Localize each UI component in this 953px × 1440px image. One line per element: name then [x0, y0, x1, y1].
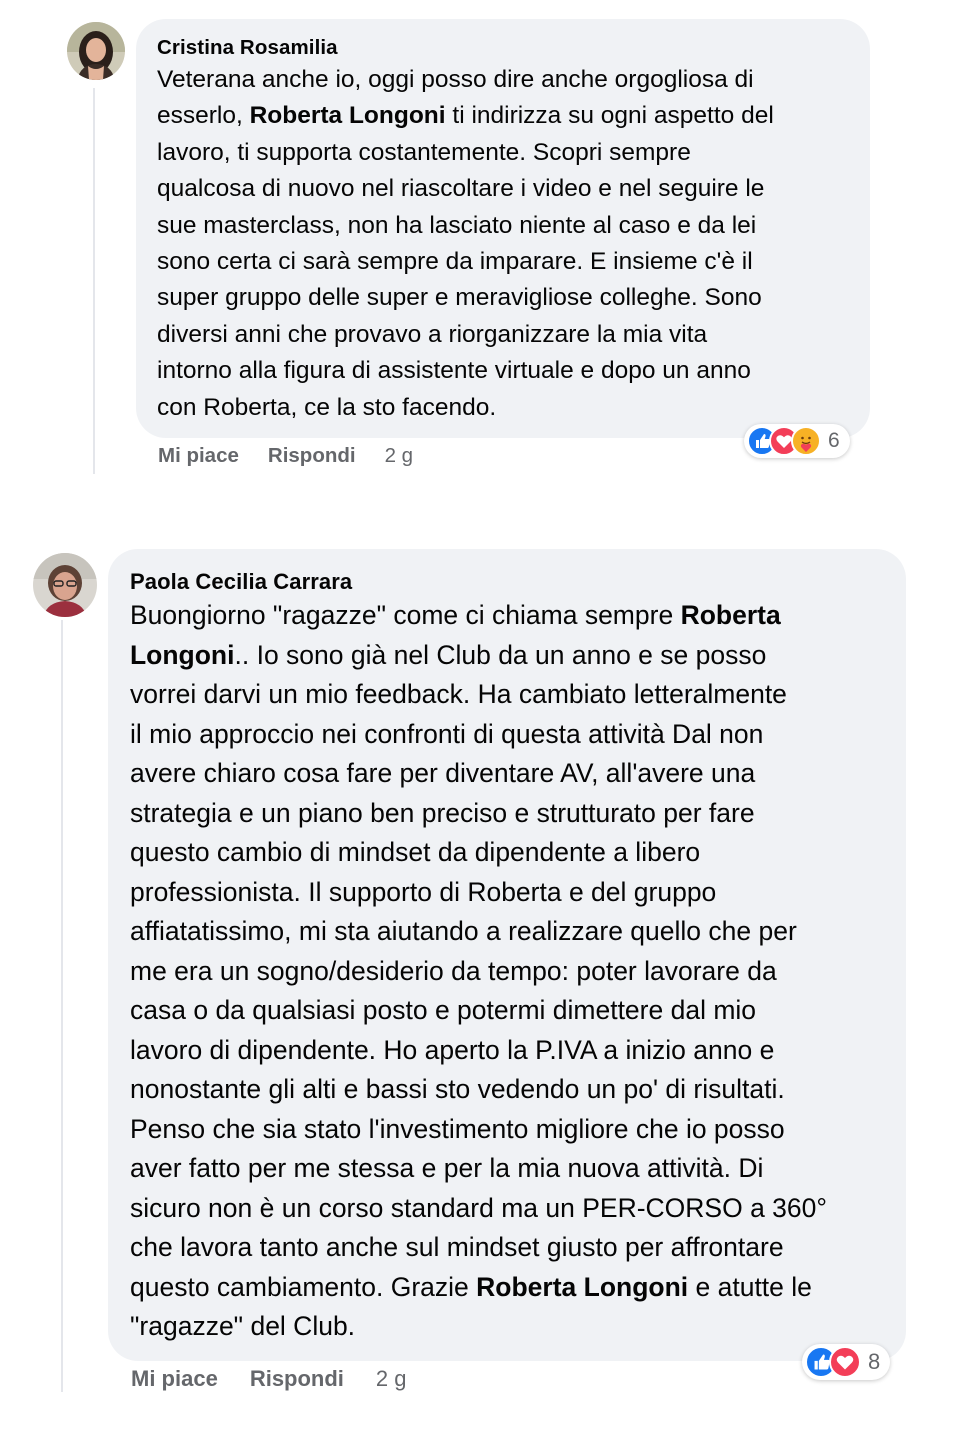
avatar[interactable] [67, 22, 125, 80]
care-icon [791, 426, 821, 456]
comment-text: Veterana anche io, oggi posso dire anche… [157, 62, 850, 426]
comment-text-segment: Buongiorno "ragazze" come ci chiama semp… [130, 600, 681, 630]
comment-bubble: Paola Cecilia Carrara Buongiorno "ragazz… [108, 549, 906, 1361]
avatar[interactable] [33, 553, 97, 617]
comment-author[interactable]: Cristina Rosamilia [157, 34, 850, 61]
avatar-photo [33, 553, 97, 617]
reply-button[interactable]: Rispondi [250, 1366, 344, 1392]
reaction-count: 8 [868, 1349, 881, 1374]
comment-actions: Mi piace Rispondi 2 g [131, 1366, 407, 1392]
mention-link[interactable]: Roberta Longoni [476, 1272, 688, 1302]
comment-author[interactable]: Paola Cecilia Carrara [130, 568, 886, 596]
comment-timestamp[interactable]: 2 g [385, 444, 414, 468]
like-button[interactable]: Mi piace [131, 1366, 218, 1392]
comment-text-segment: .. Io sono già nel Club da un anno e se … [130, 639, 827, 1302]
reaction-summary[interactable]: 8 [802, 1344, 891, 1380]
comment-actions: Mi piace Rispondi 2 g [158, 444, 413, 468]
comment-text: Buongiorno "ragazze" come ci chiama semp… [130, 596, 886, 1347]
thread-line [93, 88, 95, 474]
reaction-count: 6 [828, 429, 840, 452]
comment-text-segment: ti indirizza su ogni aspetto del lavoro,… [157, 102, 774, 421]
like-button[interactable]: Mi piace [158, 444, 239, 468]
thread-line [61, 620, 63, 1392]
reaction-summary[interactable]: 6 [744, 424, 850, 458]
comment-bubble: Cristina Rosamilia Veterana anche io, og… [136, 19, 870, 438]
love-icon [829, 1346, 861, 1378]
comment-timestamp[interactable]: 2 g [376, 1366, 407, 1392]
mention-link[interactable]: Roberta Longoni [250, 102, 446, 129]
reply-button[interactable]: Rispondi [268, 444, 356, 468]
avatar-photo [67, 22, 125, 80]
